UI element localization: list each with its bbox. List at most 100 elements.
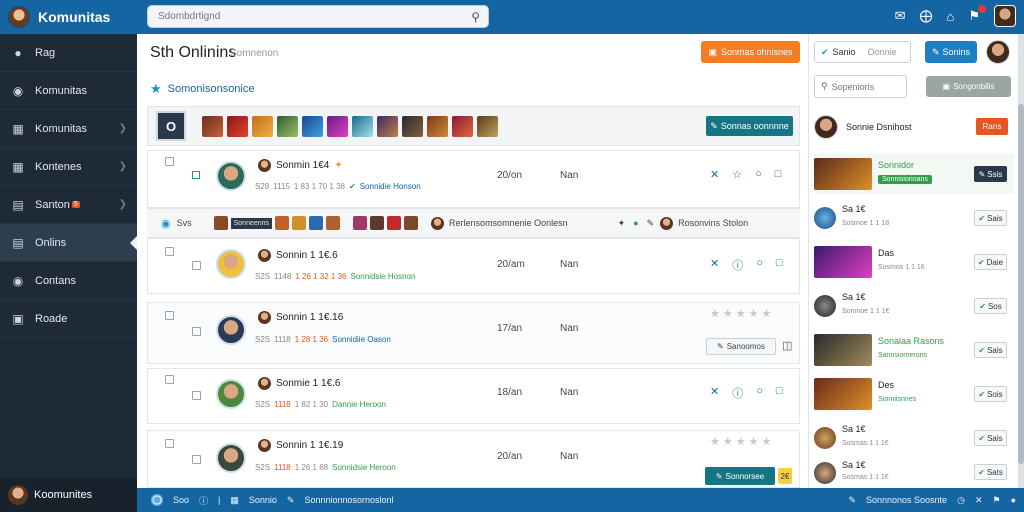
star-icon[interactable]: ★ [736, 435, 746, 448]
sidebar-item-roade[interactable]: ▣ Roade [0, 300, 137, 338]
star-icon[interactable]: ★ [762, 307, 772, 320]
search-box[interactable]: ⚲ [147, 5, 489, 28]
game-thumb[interactable] [252, 115, 273, 137]
game-thumb[interactable] [352, 115, 373, 137]
toolbar-first-tile[interactable]: O [156, 111, 186, 141]
game-thumb[interactable] [213, 216, 228, 230]
pin-icon[interactable]: ✕ [710, 257, 719, 273]
sidebar-item-contans[interactable]: ◉ Contans [0, 262, 137, 300]
game-thumb[interactable] [427, 115, 448, 137]
chat-icon[interactable]: □ [775, 168, 782, 181]
row-checkbox[interactable] [165, 157, 174, 166]
item-button[interactable]: ✎ Ssis [974, 166, 1007, 182]
sidebar-footer[interactable]: Koomunites [0, 478, 137, 512]
row-checkbox[interactable] [165, 247, 174, 256]
list-item[interactable]: Sonnidor Sonnisiorioans ✎ Ssis [814, 154, 1014, 194]
share-icon[interactable]: ○ [755, 168, 762, 181]
share-icon[interactable]: ○ [756, 257, 763, 273]
list-item[interactable]: Sonalaa Rasons Sannsiornerons ✔ Sais [814, 330, 1014, 370]
game-thumb[interactable] [327, 115, 348, 137]
sidebar-item-komunitas[interactable]: ◉ Komunitas [0, 72, 137, 110]
bell-icon[interactable]: ⚑ [992, 495, 1000, 506]
item-button[interactable]: ✔ Sois [974, 386, 1007, 402]
sidebar-item-kontenes[interactable]: ▦ Kontenes ❯ [0, 148, 137, 186]
home-icon[interactable]: ⌂ [946, 9, 954, 24]
item-button[interactable]: ✔ Sos [974, 298, 1007, 314]
item-button[interactable]: ✔ Sats [974, 464, 1007, 480]
game-thumb[interactable] [377, 115, 398, 137]
star-icon[interactable]: ★ [723, 307, 733, 320]
game-thumb[interactable] [402, 115, 423, 137]
pencil-icon[interactable]: ✎ [848, 495, 856, 506]
search-input[interactable] [158, 11, 458, 22]
list-item[interactable]: Sa 1€ Sosmas 1 1 1€ ✔ Sats [814, 458, 1014, 488]
pin-icon[interactable]: ✕ [710, 168, 719, 181]
game-thumb[interactable] [227, 115, 248, 137]
game-thumb[interactable] [452, 115, 473, 137]
grid-icon[interactable]: ▦ [230, 495, 239, 506]
star-icon[interactable]: ★ [710, 435, 720, 448]
row-checkbox[interactable] [192, 327, 201, 336]
game-thumb[interactable] [370, 216, 385, 230]
sidebar-item-santon[interactable]: ▤ Santon 5 ❯ [0, 186, 137, 224]
brand[interactable]: Komunitas [0, 0, 137, 34]
row-checkbox[interactable] [165, 439, 174, 448]
user-avatar[interactable] [994, 5, 1016, 27]
star-icon[interactable]: ★ [710, 307, 720, 320]
item-button[interactable]: ✔ Daie [974, 254, 1007, 270]
list-item[interactable]: Sa 1€ Sosmoe 1 1 18 ✔ Sais [814, 198, 1014, 238]
game-thumb[interactable] [404, 216, 419, 230]
share-icon[interactable]: ○ [756, 385, 763, 401]
search-icon[interactable]: ⚲ [471, 10, 480, 24]
row-teal-button[interactable]: ✎ Sonnorsee [705, 467, 775, 485]
star-icon[interactable]: ★ [762, 435, 772, 448]
star-icon[interactable]: ★ [749, 307, 759, 320]
game-thumb[interactable] [477, 115, 498, 137]
row-select[interactable] [192, 171, 200, 179]
right-search-input[interactable] [831, 81, 900, 92]
item-button[interactable]: ✔ Sais [974, 342, 1007, 358]
row-checkbox[interactable] [165, 375, 174, 384]
game-thumb[interactable] [275, 216, 290, 230]
status-item[interactable]: Sonnnionnosornoslonl [304, 495, 393, 505]
clock-icon[interactable]: ◷ [957, 495, 965, 506]
game-thumb[interactable] [292, 216, 307, 230]
info-icon[interactable]: ⓘ [732, 257, 743, 273]
chat-icon[interactable]: □ [776, 385, 783, 401]
game-thumb[interactable] [326, 216, 341, 230]
sidebar-item-rag[interactable]: ● Rag [0, 34, 137, 72]
star-icon[interactable]: ★ [736, 307, 746, 320]
star-icon[interactable]: ★ [749, 435, 759, 448]
row-action-button[interactable]: ✎ Sanoomos [706, 338, 776, 355]
table-row[interactable]: Sonmin 1€4 ✦ S28 1115 1 83 1 70 1 38 ✔ S… [147, 150, 800, 208]
sidebar-item-onlins[interactable]: ▤ Onlins [0, 224, 137, 262]
user-action-button[interactable]: Rans [976, 118, 1008, 135]
info-icon[interactable]: ⓘ [199, 494, 208, 507]
item-button[interactable]: ✔ Sais [974, 210, 1007, 226]
game-thumb[interactable] [302, 115, 323, 137]
gray-button[interactable]: ▣ Songonbilis [926, 76, 1011, 97]
status-item[interactable]: Sonnio [249, 495, 277, 505]
star-icon[interactable]: ☆ [732, 168, 742, 181]
add-icon[interactable]: ⨁ [919, 8, 932, 24]
pin-icon[interactable]: ✦ [618, 218, 626, 229]
list-item[interactable]: Sa 1€ Sosmas 1 1 1€ ✔ Sais [814, 418, 1014, 458]
rating-stars[interactable]: ★ ★ ★ ★ ★ [710, 435, 771, 448]
blue-button[interactable]: ✎ Sonins [925, 41, 977, 63]
game-thumb[interactable] [387, 216, 402, 230]
game-thumb[interactable] [353, 216, 368, 230]
table-row[interactable]: Sonmie 1 1€.6 S2S 1118 1 82 1 30 Dannie … [147, 368, 800, 424]
rating-stars[interactable]: ★ ★ ★ ★ ★ [710, 307, 771, 320]
scrollbar-thumb[interactable] [1018, 104, 1024, 464]
trash-icon[interactable]: ◫ [782, 339, 792, 352]
game-thumb[interactable] [309, 216, 324, 230]
list-item[interactable]: Des Sonniisnnes ✔ Sois [814, 374, 1014, 414]
game-thumb[interactable] [277, 115, 298, 137]
list-item[interactable]: Das Sosmos 1 1 16 ✔ Daie [814, 242, 1014, 282]
info-icon[interactable]: ⓘ [732, 385, 743, 401]
table-row[interactable]: Sonnin 1 1€.19 S2S 1118 1 26 1 68 Sonnid… [147, 430, 800, 488]
star-icon[interactable]: ★ [723, 435, 733, 448]
status-item[interactable]: Soo [173, 495, 189, 505]
pin-icon[interactable]: ✕ [710, 385, 719, 401]
row-checkbox[interactable] [192, 455, 201, 464]
